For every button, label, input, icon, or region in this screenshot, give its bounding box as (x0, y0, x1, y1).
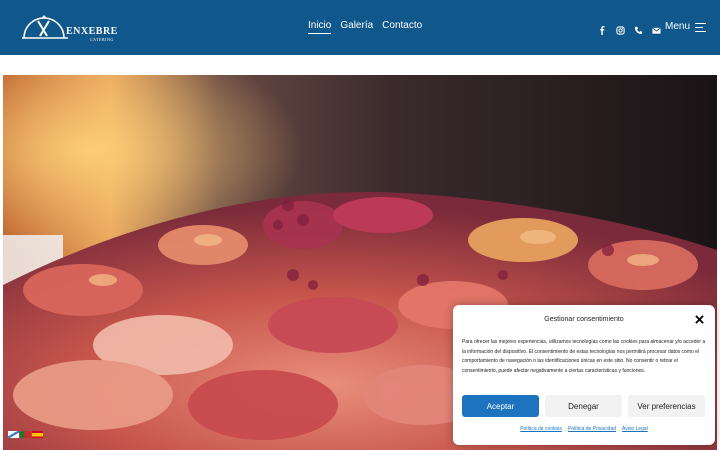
instagram-icon[interactable] (616, 22, 625, 35)
hamburger-icon[interactable] (695, 23, 706, 32)
logo-name: ENXEBRE (66, 26, 118, 37)
legal-notice-link[interactable]: Aviso Legal (622, 426, 648, 432)
view-preferences-button[interactable]: Ver preferencias (628, 395, 705, 417)
nav-item-galeria[interactable]: Galería (340, 20, 373, 34)
site-header: ENXEBRE CATERING Inicio Galería Contacto… (0, 0, 720, 55)
nav-item-inicio[interactable]: Inicio (308, 20, 332, 34)
logo-tagline: CATERING (90, 37, 114, 42)
galician-flag-icon[interactable] (8, 431, 19, 438)
accept-button[interactable]: Aceptar (462, 395, 539, 417)
site-logo[interactable]: ENXEBRE CATERING (22, 12, 118, 42)
cookie-policy-link[interactable]: Política de cookies (520, 426, 562, 432)
consent-links: Política de cookies Política de Privacid… (453, 426, 715, 432)
consent-description: Para ofrecer las mejores experiencias, u… (462, 339, 706, 374)
spanish-flag-icon[interactable] (32, 431, 43, 438)
close-icon[interactable] (695, 315, 704, 324)
privacy-policy-link[interactable]: Política de Privacidad (568, 426, 616, 432)
phone-icon[interactable] (634, 22, 643, 35)
deny-button[interactable]: Denegar (545, 395, 622, 417)
facebook-icon[interactable] (598, 22, 607, 35)
cookie-consent-dialog: Gestionar consentimiento Para ofrecer la… (453, 305, 715, 445)
menu-label[interactable]: Menu (665, 21, 690, 32)
mail-icon[interactable] (652, 22, 661, 34)
consent-title: Gestionar consentimiento (544, 316, 624, 323)
social-links (598, 22, 661, 35)
logo-mark-icon (22, 15, 68, 39)
portuguese-flag-icon[interactable] (20, 431, 31, 438)
main-nav: Inicio Galería Contacto (308, 20, 422, 34)
nav-item-contacto[interactable]: Contacto (382, 20, 422, 34)
language-flags (8, 431, 43, 438)
